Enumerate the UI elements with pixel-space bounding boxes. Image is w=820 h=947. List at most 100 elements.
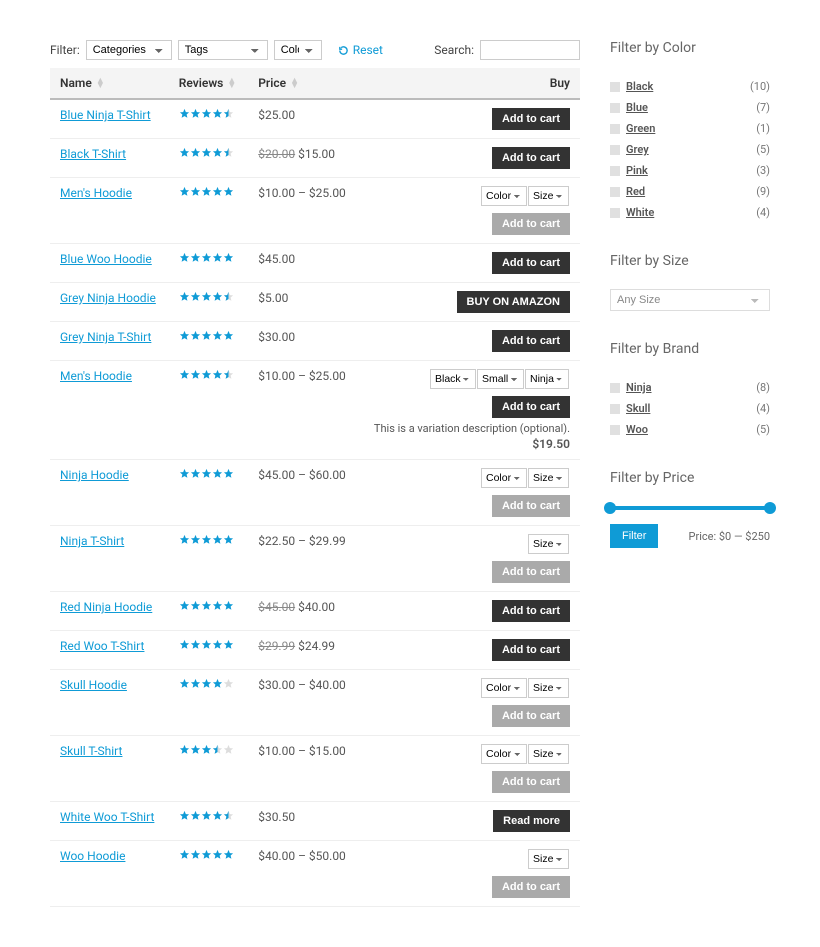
slider-handle-max[interactable] xyxy=(764,502,776,514)
rating-stars xyxy=(179,678,234,689)
sort-icon xyxy=(227,79,236,88)
rating-stars xyxy=(179,810,234,821)
filter-item[interactable]: Woo(5) xyxy=(610,419,770,440)
filter-item[interactable]: Pink (3) xyxy=(610,160,770,181)
reset-button[interactable]: Reset xyxy=(338,43,383,57)
variation-select[interactable]: Ninja xyxy=(525,369,569,389)
product-price: $22.50 – $29.99 xyxy=(248,526,358,592)
product-link[interactable]: Blue Ninja T-Shirt xyxy=(60,108,151,122)
rating-stars xyxy=(179,849,234,860)
product-link[interactable]: Ninja T-Shirt xyxy=(60,534,124,548)
filter-item[interactable]: Skull(4) xyxy=(610,398,770,419)
product-link[interactable]: Woo Hoodie xyxy=(60,849,125,863)
filter-item[interactable]: Grey (5) xyxy=(610,139,770,160)
tags-select[interactable]: Tags xyxy=(178,40,268,60)
filter-item-name: Pink xyxy=(626,164,648,177)
product-link[interactable]: Black T-Shirt xyxy=(60,147,126,161)
product-link[interactable]: Blue Woo Hoodie xyxy=(60,252,152,266)
product-price: $10.00 – $25.00 xyxy=(248,361,358,460)
filter-item-name: Ninja xyxy=(626,381,652,394)
add-to-cart-button[interactable]: Add to cart xyxy=(492,147,570,169)
variation-select[interactable]: Small xyxy=(477,369,524,389)
color-select[interactable]: Color xyxy=(274,40,322,60)
checkbox-icon xyxy=(610,124,620,134)
filter-item-count: (3) xyxy=(756,164,770,177)
add-to-cart-button[interactable]: Add to cart xyxy=(492,561,570,583)
filter-item-count: (5) xyxy=(756,143,770,156)
product-link[interactable]: Skull Hoodie xyxy=(60,678,127,692)
filter-item[interactable]: White(4) xyxy=(610,202,770,223)
product-link[interactable]: Skull T-Shirt xyxy=(60,744,122,758)
add-to-cart-button[interactable]: BUY ON AMAZON xyxy=(457,291,571,313)
add-to-cart-button[interactable]: Add to cart xyxy=(492,108,570,130)
variation-select[interactable]: Color xyxy=(481,678,527,698)
product-link[interactable]: Red Woo T-Shirt xyxy=(60,639,144,653)
add-to-cart-button[interactable]: Add to cart xyxy=(492,330,570,352)
price-filter-button[interactable]: Filter xyxy=(610,524,658,548)
variation-select[interactable]: Size xyxy=(528,678,569,698)
variation-select[interactable]: Size xyxy=(528,849,569,869)
rating-stars xyxy=(179,147,234,158)
sort-icon xyxy=(96,79,105,88)
slider-handle-min[interactable] xyxy=(604,502,616,514)
add-to-cart-button[interactable]: Add to cart xyxy=(492,396,570,418)
variation-select[interactable]: Color xyxy=(481,468,527,488)
product-link[interactable]: Grey Ninja Hoodie xyxy=(60,291,156,305)
filter-item-name: Red xyxy=(626,185,645,198)
table-row: Grey Ninja Hoodie$5.00BUY ON AMAZON xyxy=(50,283,580,322)
filter-item-name: Grey xyxy=(626,143,649,156)
variation-description: This is a variation description (optiona… xyxy=(368,422,570,435)
product-link[interactable]: Men's Hoodie xyxy=(60,186,132,200)
filter-item[interactable]: Green(1) xyxy=(610,118,770,139)
search-input[interactable] xyxy=(480,40,580,60)
variation-select[interactable]: Size xyxy=(528,468,569,488)
rating-stars xyxy=(179,186,234,197)
variation-select[interactable]: Color xyxy=(481,186,527,206)
col-price[interactable]: Price xyxy=(248,68,358,99)
table-row: Blue Ninja T-Shirt$25.00Add to cart xyxy=(50,99,580,139)
variation-select[interactable]: Size xyxy=(528,186,569,206)
checkbox-icon xyxy=(610,404,620,414)
add-to-cart-button[interactable]: Add to cart xyxy=(492,876,570,898)
search-label: Search: xyxy=(434,43,474,57)
filter-item[interactable]: Red(9) xyxy=(610,181,770,202)
product-link[interactable]: Red Ninja Hoodie xyxy=(60,600,152,614)
product-link[interactable]: White Woo T-Shirt xyxy=(60,810,154,824)
filter-item[interactable]: Black (10) xyxy=(610,76,770,97)
filter-item[interactable]: Ninja(8) xyxy=(610,377,770,398)
size-select[interactable]: Any Size xyxy=(610,289,770,311)
filter-item-name: Black xyxy=(626,80,653,93)
checkbox-icon xyxy=(610,166,620,176)
add-to-cart-button[interactable]: Add to cart xyxy=(492,771,570,793)
add-to-cart-button[interactable]: Add to cart xyxy=(492,495,570,517)
col-reviews[interactable]: Reviews xyxy=(169,68,248,99)
widget-title: Filter by Price xyxy=(610,470,770,486)
variation-select[interactable]: Black xyxy=(430,369,476,389)
col-buy: Buy xyxy=(358,68,580,99)
price-slider[interactable] xyxy=(610,506,770,510)
add-to-cart-button[interactable]: Add to cart xyxy=(492,252,570,274)
variation-select[interactable]: Size xyxy=(528,744,569,764)
rating-stars xyxy=(179,534,234,545)
table-row: Black T-Shirt$20.00$15.00Add to cart xyxy=(50,139,580,178)
add-to-cart-button[interactable]: Add to cart xyxy=(492,600,570,622)
filter-item[interactable]: Blue(7) xyxy=(610,97,770,118)
filter-label: Filter: xyxy=(50,43,80,57)
table-row: Blue Woo Hoodie$45.00Add to cart xyxy=(50,244,580,283)
variation-select[interactable]: Color xyxy=(481,744,527,764)
product-price: $45.00 – $60.00 xyxy=(248,460,358,526)
col-name[interactable]: Name xyxy=(50,68,169,99)
add-to-cart-button[interactable]: Read more xyxy=(493,810,570,832)
categories-select[interactable]: Categories xyxy=(86,40,172,60)
table-row: Red Ninja Hoodie$45.00$40.00Add to cart xyxy=(50,592,580,631)
table-row: White Woo T-Shirt$30.50Read more xyxy=(50,802,580,841)
table-row: Skull T-Shirt$10.00 – $15.00ColorSizeAdd… xyxy=(50,736,580,802)
product-link[interactable]: Grey Ninja T-Shirt xyxy=(60,330,151,344)
add-to-cart-button[interactable]: Add to cart xyxy=(492,213,570,235)
product-link[interactable]: Men's Hoodie xyxy=(60,369,132,383)
add-to-cart-button[interactable]: Add to cart xyxy=(492,639,570,661)
product-link[interactable]: Ninja Hoodie xyxy=(60,468,129,482)
variation-select[interactable]: Size xyxy=(528,534,569,554)
add-to-cart-button[interactable]: Add to cart xyxy=(492,705,570,727)
filter-item-count: (10) xyxy=(750,80,770,93)
